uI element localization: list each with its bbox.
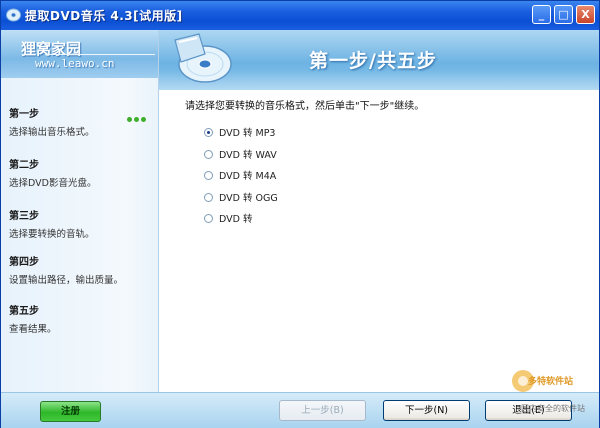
step-5-desc: 查看结果。 <box>9 324 57 335</box>
indicator-dot <box>141 117 146 122</box>
logo-url: www.leawo.cn <box>35 57 115 70</box>
step-4-title: 第四步 <box>9 257 39 268</box>
option-other-label: DVD 转 <box>219 214 253 225</box>
step-3-title: 第三步 <box>9 211 39 222</box>
active-step-indicator <box>127 107 148 126</box>
radio-m4a[interactable] <box>204 170 213 180</box>
maximize-button[interactable]: □ <box>554 5 573 24</box>
register-button[interactable]: 注册 <box>40 401 101 422</box>
indicator-dot <box>127 117 132 122</box>
steps-sidebar: 狸窝家园 www.leawo.cn 第一步 选择输出音乐格式。 第二步 选择DV… <box>1 30 159 392</box>
radio-mp3[interactable] <box>204 127 213 137</box>
instruction-text: 请选择您要转换的音乐格式，然后单击"下一步"继续。 <box>185 101 425 112</box>
radio-ogg[interactable] <box>204 192 213 202</box>
minimize-button[interactable]: _ <box>532 5 551 24</box>
step-5-title: 第五步 <box>9 306 39 317</box>
radio-other[interactable] <box>204 213 213 223</box>
option-mp3[interactable]: DVD 转 MP3 <box>204 125 275 139</box>
option-mp3-label: DVD 转 MP3 <box>219 128 276 139</box>
app-disc-icon <box>6 8 21 22</box>
logo: 狸窝家园 www.leawo.cn <box>1 30 158 78</box>
main-panel: 第一步/共五步 请选择您要转换的音乐格式，然后单击"下一步"继续。 DVD 转 … <box>159 30 599 392</box>
option-m4a[interactable]: DVD 转 M4A <box>204 168 276 182</box>
step-1-desc: 选择输出音乐格式。 <box>9 127 95 138</box>
option-wav-label: DVD 转 WAV <box>219 150 277 161</box>
step-2-desc: 选择DVD影音光盘。 <box>9 178 97 189</box>
disc-icon <box>174 33 232 83</box>
logo-name: 狸窝家园 <box>21 40 82 58</box>
option-other[interactable]: DVD 转 <box>204 211 252 225</box>
option-ogg-label: DVD 转 OGG <box>219 193 278 204</box>
indicator-dot <box>134 117 139 122</box>
watermark-subtext: 国内安全的软件站 <box>521 404 585 413</box>
title-bar[interactable]: 提取DVD音乐 4.3[试用版] _ □ X <box>1 1 599 30</box>
option-m4a-label: DVD 转 M4A <box>219 171 277 182</box>
prev-button[interactable]: 上一步(B) <box>279 400 366 421</box>
logo-divider <box>45 54 155 55</box>
step-2-title: 第二步 <box>9 160 39 171</box>
step-1: 第一步 选择输出音乐格式。 <box>9 105 154 138</box>
radio-wav[interactable] <box>204 149 213 159</box>
next-button[interactable]: 下一步(N) <box>383 400 470 421</box>
step-3: 第三步 选择要转换的音轨。 <box>9 207 154 240</box>
app-window: 提取DVD音乐 4.3[试用版] _ □ X 狸窝家园 www.leawo.cn… <box>0 0 600 428</box>
watermark-text: 多特软件站 <box>528 377 574 387</box>
option-ogg[interactable]: DVD 转 OGG <box>204 190 278 204</box>
step-banner: 第一步/共五步 <box>159 30 599 90</box>
step-4: 第四步 设置输出路径，输出质量。 <box>9 253 154 286</box>
step-3-desc: 选择要转换的音轨。 <box>9 229 95 240</box>
step-5: 第五步 查看结果。 <box>9 302 154 335</box>
step-2: 第二步 选择DVD影音光盘。 <box>9 156 154 189</box>
step-4-desc: 设置输出路径，输出质量。 <box>9 275 124 286</box>
option-wav[interactable]: DVD 转 WAV <box>204 147 277 161</box>
banner-title: 第一步/共五步 <box>309 50 437 72</box>
close-button[interactable]: X <box>576 5 595 24</box>
window-title: 提取DVD音乐 4.3[试用版] <box>25 9 183 23</box>
